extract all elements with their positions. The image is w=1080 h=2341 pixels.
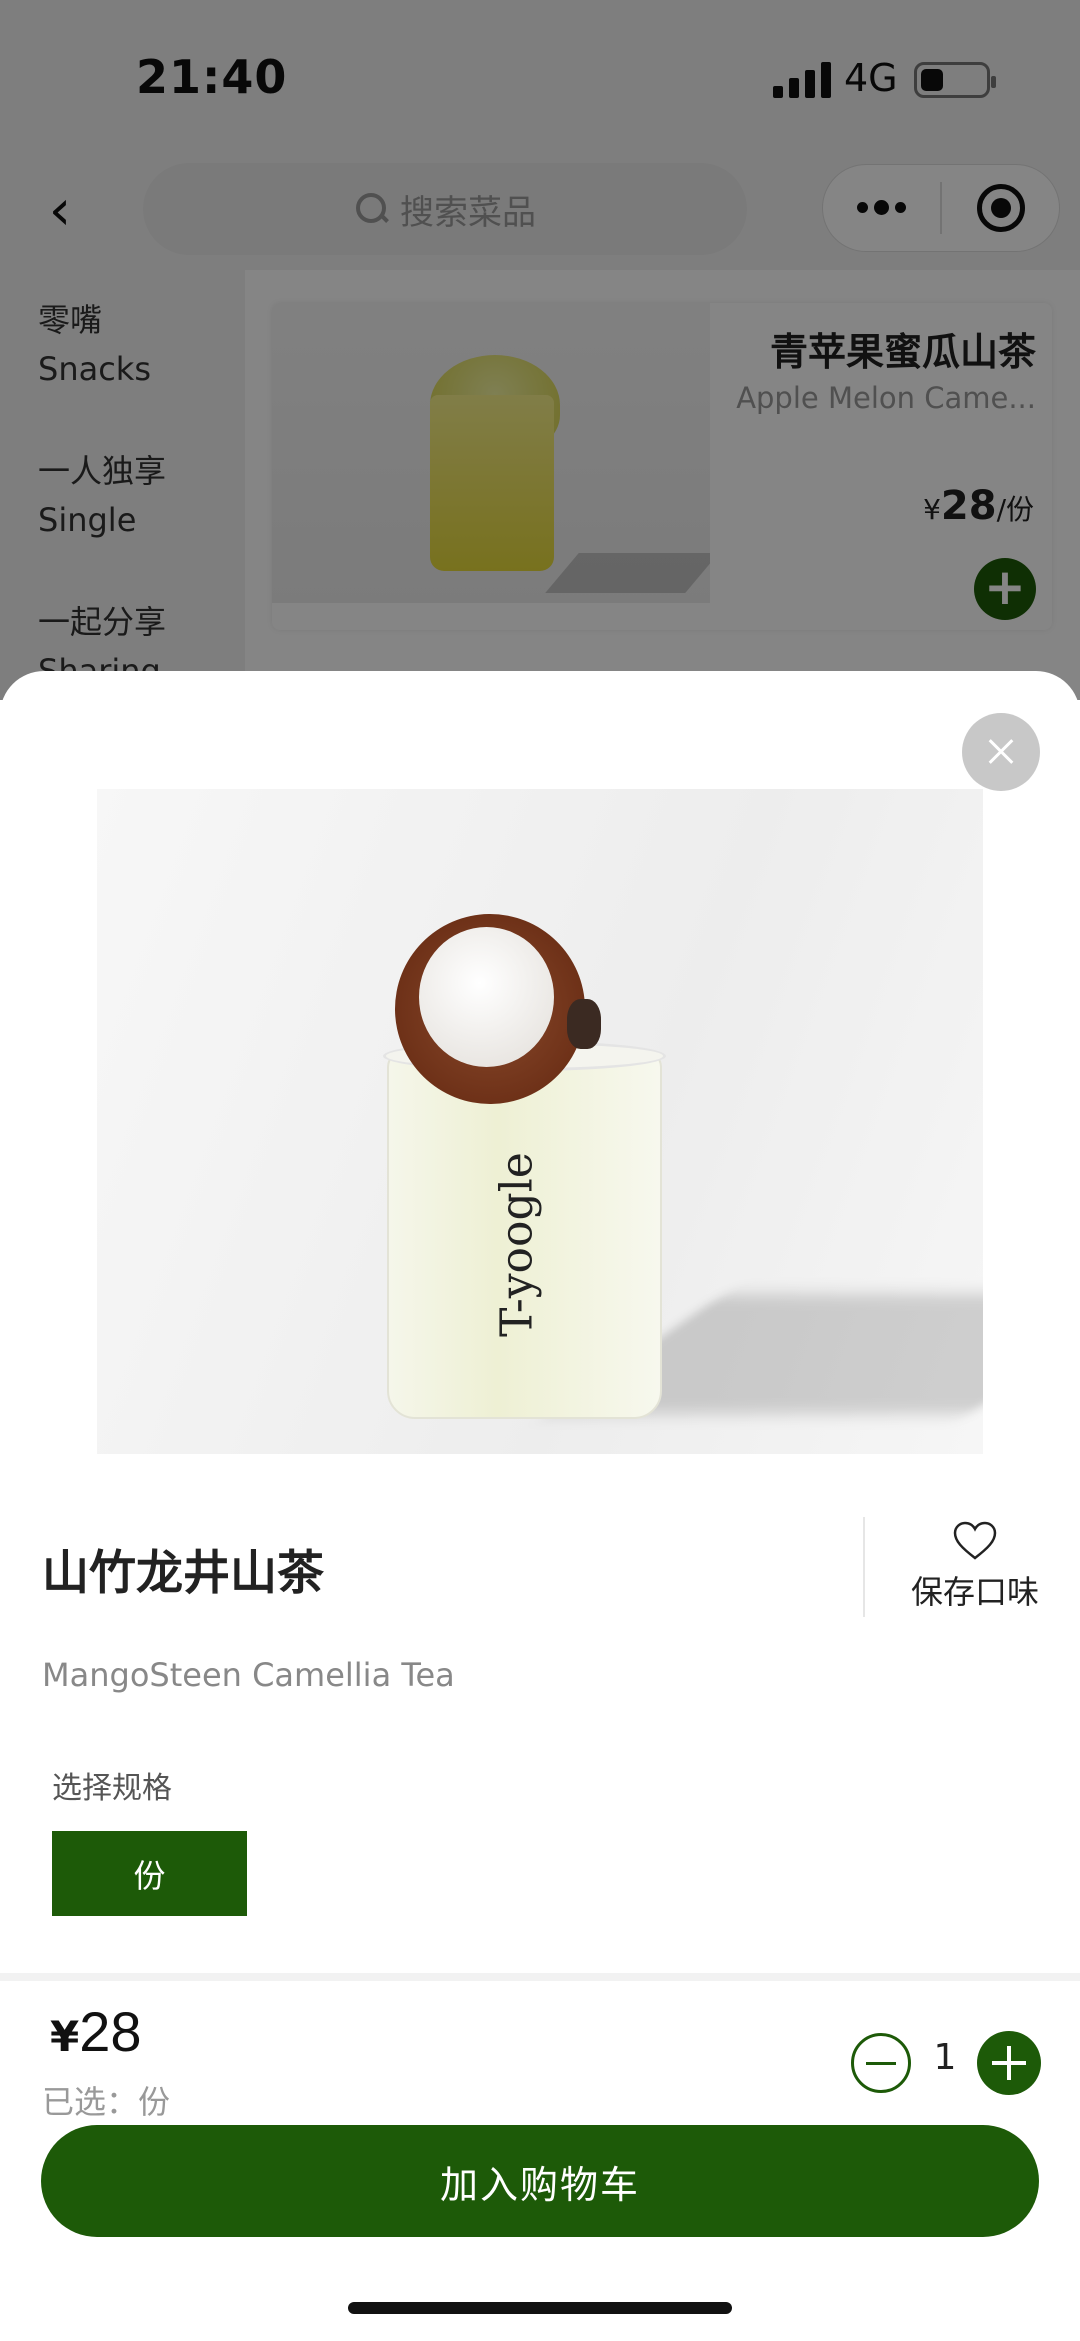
cup-logo: T-yoogle — [491, 1152, 543, 1337]
spec-option-button[interactable]: 份 — [52, 1831, 247, 1916]
currency-symbol: ¥ — [50, 2012, 80, 2061]
background-page: 21:40 4G ‹ 搜索菜品 零嘴 Snacks 一人独享 Single 一起… — [0, 0, 1080, 700]
heart-icon — [953, 1521, 997, 1560]
selected-spec-text: 已选：份 — [42, 2083, 171, 2121]
divider — [863, 1517, 865, 1617]
home-indicator[interactable] — [348, 2302, 732, 2314]
bottom-action-bar: ¥28 已选：份 1 加入购物车 — [0, 1973, 1080, 2341]
product-hero-image: T-yoogle — [97, 789, 983, 1454]
minus-icon[interactable] — [851, 2033, 911, 2093]
price-value: 28 — [79, 2000, 142, 2063]
add-to-cart-button[interactable]: 加入购物车 — [41, 2125, 1039, 2237]
mangosteen-stem — [567, 999, 601, 1049]
product-detail-sheet: T-yoogle 山竹龙井山茶 保存口味 MangoSteen Camellia… — [0, 671, 1080, 2341]
total-price: ¥28 — [50, 1999, 142, 2064]
close-icon[interactable] — [962, 713, 1040, 791]
modal-overlay[interactable] — [0, 0, 1080, 700]
mangosteen-flesh — [419, 927, 554, 1067]
product-name-en: MangoSteen Camellia Tea — [42, 1656, 455, 1694]
save-flavor-label: 保存口味 — [910, 1573, 1039, 1611]
product-name: 山竹龙井山茶 — [42, 1546, 324, 1601]
save-flavor-button[interactable]: 保存口味 — [900, 1521, 1050, 1613]
plus-icon[interactable] — [977, 2031, 1041, 2095]
quantity-value: 1 — [933, 2037, 957, 2078]
spec-label: 选择规格 — [52, 1771, 172, 1806]
